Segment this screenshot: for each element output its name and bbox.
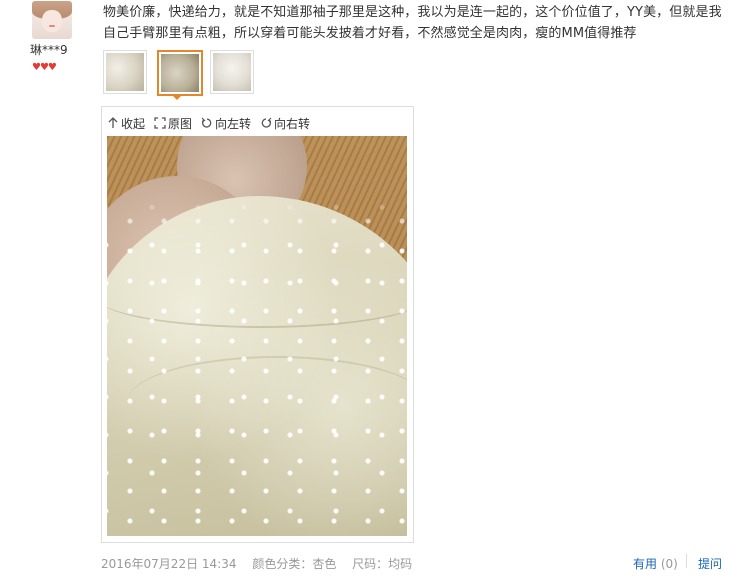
collapse-arrow-icon (108, 117, 118, 128)
rotate-right-icon (261, 117, 272, 128)
avatar-lip (49, 25, 55, 27)
useful-count: (0) (660, 557, 678, 571)
review-size-spec: 尺码：均码 (352, 557, 413, 571)
review-meta: 2016年07月22日 14:34 颜色分类：杏色 尺码：均码 (101, 555, 424, 572)
useful-button[interactable]: 有用 (0) (633, 555, 678, 572)
rotate-left-icon (201, 117, 212, 128)
review-text: 物美价廉，快递给力，就是不知道那袖子那里是这种，我以为是连一起的，这个价位值了，… (103, 5, 722, 41)
avatar-face (42, 10, 62, 32)
collapse-button[interactable]: 收起 (107, 115, 145, 132)
collapse-label: 收起 (121, 116, 146, 131)
fullscreen-icon (154, 117, 166, 129)
review-thumbnail-3[interactable] (210, 50, 254, 94)
rotate-left-button[interactable]: 向左转 (201, 115, 251, 132)
review-date: 2016年07月22日 14:34 (101, 557, 237, 571)
thumbnail-image (213, 53, 251, 91)
review-photo-large[interactable] (107, 136, 407, 536)
review-thumbnail-2[interactable] (157, 50, 203, 96)
ask-button[interactable]: 提问 (698, 555, 722, 572)
reviewer-level-hearts-icon: ♥♥♥ (32, 62, 57, 73)
review-thumbnail-1[interactable] (103, 50, 147, 94)
selected-thumbnail-caret-icon (171, 94, 183, 100)
image-viewer-toolbar: 收起 原图 向左转 向右转 (107, 114, 310, 132)
review-color-spec: 颜色分类：杏色 (252, 557, 337, 571)
rotate-right-label: 向右转 (274, 116, 311, 131)
footer-divider (686, 554, 687, 568)
original-image-label: 原图 (168, 116, 193, 131)
reviewer-username[interactable]: 琳***9 (30, 41, 68, 58)
original-image-button[interactable]: 原图 (154, 115, 192, 132)
rotate-left-label: 向左转 (215, 116, 252, 131)
photo-fabric-pattern (107, 136, 407, 536)
thumbnail-image (161, 54, 199, 92)
avatar[interactable] (32, 1, 72, 39)
thumbnail-image (106, 53, 144, 91)
rotate-right-button[interactable]: 向右转 (260, 115, 310, 132)
useful-label: 有用 (633, 557, 658, 571)
